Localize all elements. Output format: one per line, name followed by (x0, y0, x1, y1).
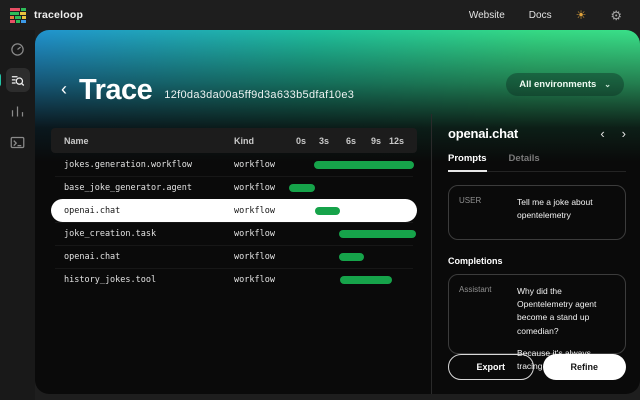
prev-span-button[interactable]: ‹ (600, 127, 604, 140)
duration-bar (314, 161, 414, 169)
tab-details[interactable]: Details (509, 153, 540, 171)
website-link[interactable]: Website (469, 10, 505, 21)
span-name: joke_creation.task (51, 229, 156, 239)
completion-role: Assistant (459, 285, 509, 343)
brand[interactable]: traceloop (10, 8, 83, 23)
traceloop-logo-icon (10, 8, 27, 23)
duration-bar (315, 207, 340, 215)
trace-rows: jokes.generation.workflow workflow base_… (51, 153, 417, 291)
span-kind: workflow (234, 206, 275, 216)
span-kind: workflow (234, 229, 275, 239)
duration-bar (289, 184, 315, 192)
completion-text: Why did the Opentelemetry agent become a… (517, 285, 615, 343)
trace-row[interactable]: openai.chat workflow (51, 199, 417, 222)
prompt-text: Tell me a joke about opentelemetry (517, 196, 615, 229)
next-span-button[interactable]: › (622, 127, 626, 140)
docs-link[interactable]: Docs (529, 10, 552, 21)
timeline-tick: 3s (299, 136, 329, 146)
completion-message: Assistant Why did the Opentelemetry agen… (448, 274, 626, 354)
span-kind: workflow (234, 160, 275, 170)
trace-row[interactable]: joke_creation.task workflow (51, 222, 417, 245)
span-kind: workflow (234, 275, 275, 285)
brand-name: traceloop (34, 9, 83, 21)
sidebar-item-console[interactable] (6, 130, 30, 154)
environment-selector[interactable]: All environments ⌄ (506, 73, 624, 96)
span-name: openai.chat (51, 206, 120, 216)
timeline-tick: 12s (374, 136, 404, 146)
span-name: jokes.generation.workflow (51, 160, 192, 170)
detail-tabs: Prompts Details (448, 153, 626, 172)
environment-selector-label: All environments (519, 79, 596, 90)
terminal-icon (10, 135, 25, 150)
trace-row[interactable]: jokes.generation.workflow workflow (51, 153, 417, 176)
main-panel: ‹ Trace 12f0da3da00a5ff9d3a633b5dfaf10e3… (35, 30, 640, 394)
active-indicator (0, 73, 1, 87)
trace-table-header: Name Kind 0s 3s 6s 9s 12s (51, 128, 417, 153)
sidebar-item-traces[interactable] (6, 68, 30, 92)
sun-icon[interactable]: ☀ (576, 9, 587, 21)
topbar: traceloop Website Docs ☀ ⚙ (0, 0, 640, 30)
page-title: Trace (79, 74, 152, 107)
span-kind: workflow (234, 183, 275, 193)
span-name: history_jokes.tool (51, 275, 156, 285)
gauge-icon (10, 42, 25, 57)
span-kind: workflow (234, 252, 275, 262)
sidebar (0, 30, 35, 400)
trace-row[interactable]: base_joke_generator.agent workflow (51, 176, 417, 199)
column-header-kind: Kind (234, 136, 254, 146)
prompt-role: USER (459, 196, 509, 229)
trace-id: 12f0da3da00a5ff9d3a633b5dfaf10e3 (164, 89, 354, 101)
span-title: openai.chat (448, 126, 518, 141)
trace-row[interactable]: openai.chat workflow (51, 245, 417, 268)
bar-chart-icon (10, 104, 25, 119)
refine-button[interactable]: Refine (543, 354, 627, 380)
completion-line: Why did the Opentelemetry agent become a… (517, 285, 615, 338)
sidebar-item-metrics[interactable] (6, 99, 30, 123)
span-name: openai.chat (51, 252, 120, 262)
completions-heading: Completions (448, 256, 626, 266)
gear-icon[interactable]: ⚙ (610, 9, 622, 22)
column-header-name: Name (51, 136, 89, 146)
duration-bar (339, 253, 364, 261)
hero: ‹ Trace 12f0da3da00a5ff9d3a633b5dfaf10e3… (35, 30, 640, 107)
trace-search-icon (10, 73, 25, 88)
back-button[interactable]: ‹ (61, 80, 67, 98)
export-button[interactable]: Export (448, 354, 534, 380)
trace-row[interactable]: history_jokes.tool workflow (51, 268, 417, 291)
chevron-down-icon: ⌄ (604, 80, 611, 89)
duration-bar (340, 276, 392, 284)
span-name: base_joke_generator.agent (51, 183, 192, 193)
duration-bar (339, 230, 416, 238)
prompt-message: USER Tell me a joke about opentelemetry (448, 185, 626, 240)
sidebar-item-dashboard[interactable] (6, 37, 30, 61)
tab-prompts[interactable]: Prompts (448, 153, 487, 172)
